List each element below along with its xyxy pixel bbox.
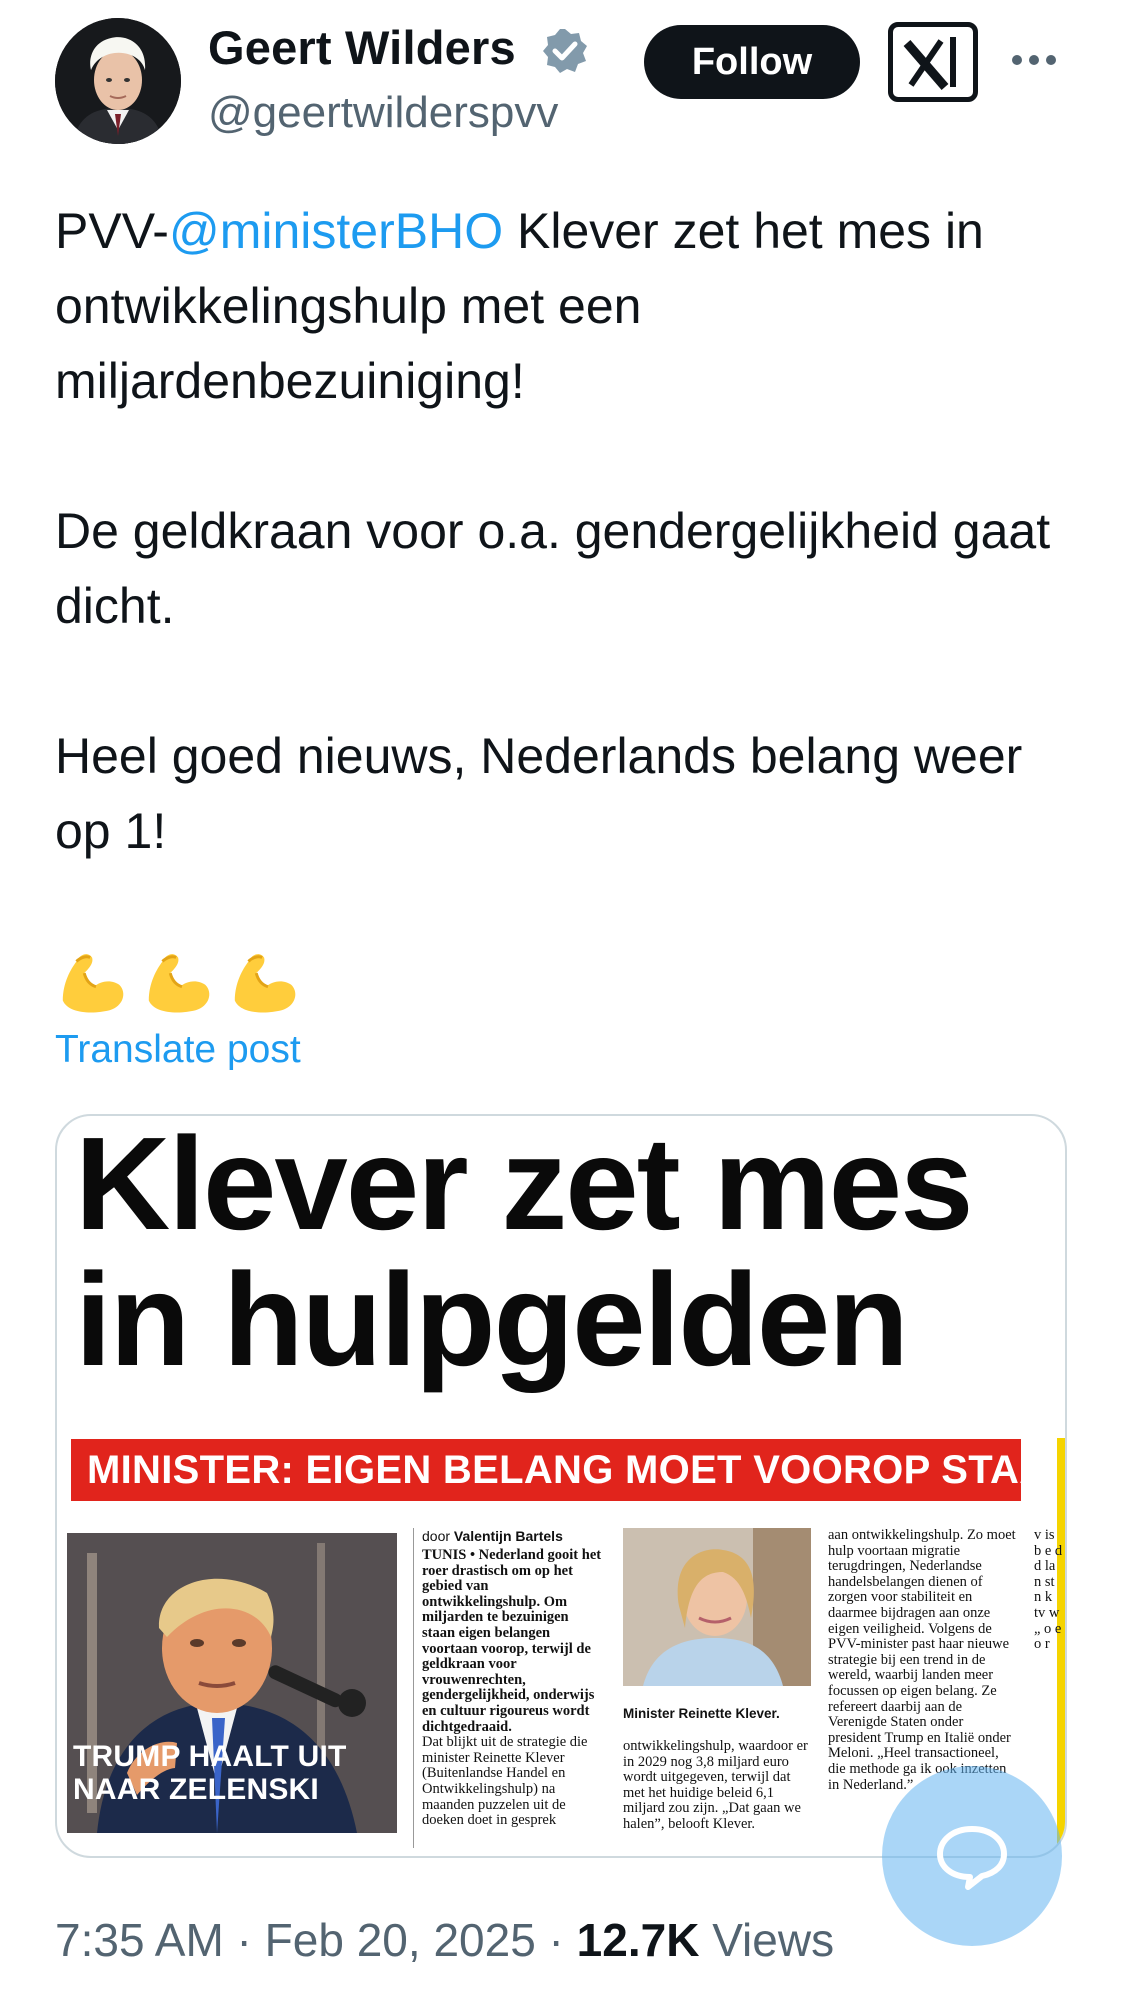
tweet-time[interactable]: 7:35 AM [55,1914,224,1966]
views-label: Views [699,1914,835,1966]
meta-separator: · [223,1914,265,1966]
column-divider [413,1528,414,1848]
tweet-paragraph-2: De geldkraan voor o.a. gendergelijkheid … [55,503,1051,634]
article-body-1: Dat blijkt uit de strategie die minister… [422,1734,588,1829]
flexed-biceps-icon [148,954,210,1013]
tweet-paragraph-1: PVV-@ministerBHO Klever zet het mes in o… [55,194,1065,419]
trump-caption-line-2: NAAR ZELENSKI [73,1773,319,1806]
newspaper-headline: Klever zet mes in hulpgelden [75,1114,1065,1393]
tweet-metadata: 7:35 AM · Feb 20, 2025 · 12.7K Views [55,1913,834,1967]
chat-bubble-icon[interactable] [882,1766,1062,1946]
follow-button[interactable]: Follow [644,25,860,99]
minister-caption: Minister Reinette Klever. [623,1706,780,1721]
flexed-biceps-icon [62,954,124,1013]
grok-icon[interactable] [888,22,978,102]
tweet-paragraph-3: Heel goed nieuws, Nederlands belang weer… [55,728,1023,859]
byline: door Valentijn Bartels [422,1528,563,1544]
views-count: 12.7K [576,1914,700,1966]
byline-prefix: door [422,1528,454,1544]
headline-line-1: Klever zet mes [75,1114,974,1257]
emoji-row [55,940,305,1020]
trump-caption-line-1: TRUMP HAALT UIT [73,1740,347,1773]
author-name[interactable]: Geert Wilders [208,20,516,75]
translate-post-link[interactable]: Translate post [55,1028,301,1072]
tweet-text: PVV-@ministerBHO Klever zet het mes in o… [55,194,1065,869]
trump-caption: TRUMP HAALT UIT NAAR ZELENSKI [73,1740,347,1806]
author-handle[interactable]: @geertwilderspvv [208,88,558,138]
byline-name: Valentijn Bartels [453,1528,563,1544]
article-lead: TUNIS • Nederland gooit het roer drastis… [422,1547,602,1735]
article-column-4: v is b e d d la n st n k tv w „ o e o r [1034,1528,1063,1653]
flexed-biceps-icon [234,954,296,1013]
more-dots-icon[interactable] [1012,40,1068,80]
avatar-photo [55,18,181,144]
mention-link[interactable]: @ministerBHO [169,203,503,259]
verified-badge-icon[interactable] [540,26,590,76]
article-column-1: TUNIS • Nederland gooit het roer drastis… [422,1547,604,1829]
media-image[interactable]: Klever zet mes in hulpgelden MINISTER: E… [55,1114,1067,1858]
red-banner: MINISTER: EIGEN BELANG MOET VOOROP STAAN [71,1439,1065,1501]
article-column-3: aan ontwikkelingshulp. Zo moet hulp voor… [828,1527,1016,1793]
minister-photo [623,1528,811,1686]
meta-separator: · [535,1914,577,1966]
headline-line-2: in hulpgelden [75,1246,909,1393]
avatar[interactable] [55,18,181,144]
article-column-2: ontwikkelingshulp, waardoor er in 2029 n… [623,1738,808,1832]
tweet-date[interactable]: Feb 20, 2025 [265,1914,536,1966]
text-prefix: PVV- [55,203,169,259]
